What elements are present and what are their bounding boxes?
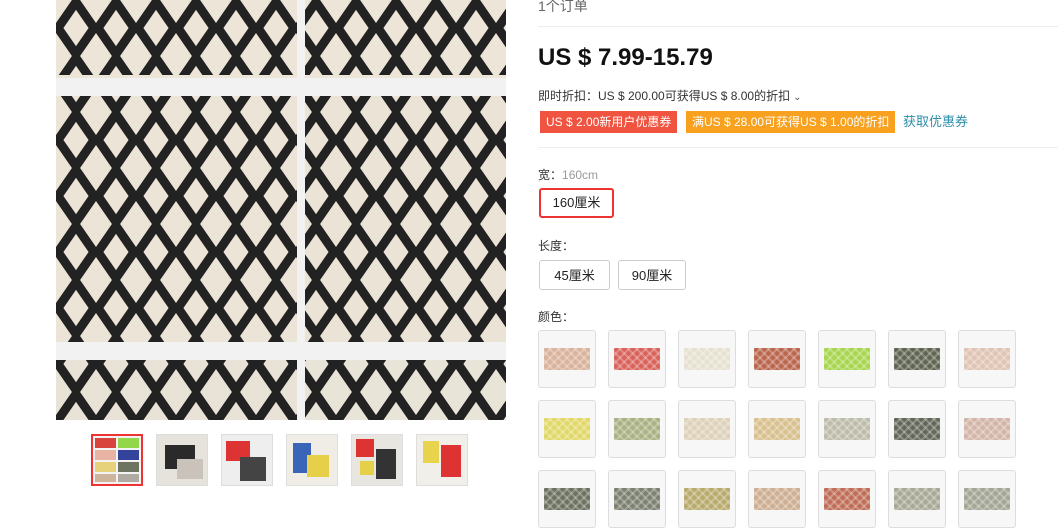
color-swatch-fabric xyxy=(544,488,590,510)
color-swatch-1[interactable] xyxy=(538,330,596,388)
color-swatch-fabric xyxy=(824,348,870,370)
thumbnail-2-image xyxy=(157,435,207,485)
color-swatch-fabric xyxy=(684,488,730,510)
length-label: 长度： xyxy=(538,239,575,253)
width-label: 宽：160cm xyxy=(538,166,598,183)
color-swatch-fabric xyxy=(754,348,800,370)
thumbnail-3[interactable] xyxy=(221,434,273,486)
color-swatch-11[interactable] xyxy=(748,400,806,458)
fabric-mesh-image xyxy=(56,0,506,420)
color-swatch-8[interactable] xyxy=(538,400,596,458)
color-swatch-12[interactable] xyxy=(818,400,876,458)
color-swatch-14[interactable] xyxy=(958,400,1016,458)
divider xyxy=(538,26,1058,27)
thumbnail-1[interactable] xyxy=(91,434,143,486)
length-option-90[interactable]: 90厘米 xyxy=(618,260,686,290)
order-count: 1个订单 xyxy=(538,0,588,14)
color-swatch-fabric xyxy=(544,418,590,440)
thumbnail-1-image xyxy=(95,438,139,482)
width-option-160[interactable]: 160厘米 xyxy=(539,188,614,218)
color-swatch-6[interactable] xyxy=(888,330,946,388)
chevron-down-icon: ⌄ xyxy=(793,92,802,103)
width-selected-value: 160cm xyxy=(562,168,599,182)
main-product-image[interactable] xyxy=(56,0,506,420)
color-swatch-fabric xyxy=(614,488,660,510)
color-swatch-fabric xyxy=(754,488,800,510)
color-swatch-fabric xyxy=(894,418,940,440)
product-gallery xyxy=(0,0,530,531)
get-coupon-link[interactable]: 获取优惠券 xyxy=(903,111,968,133)
color-swatch-fabric xyxy=(894,488,940,510)
price: US $ 7.99-15.79 xyxy=(538,44,713,71)
color-swatch-fabric xyxy=(684,418,730,440)
color-swatch-fabric xyxy=(824,488,870,510)
color-swatch-21[interactable] xyxy=(958,470,1016,528)
thumbnail-5-image xyxy=(352,435,402,485)
color-swatch-15[interactable] xyxy=(538,470,596,528)
instant-discount[interactable]: 即时折扣：US $ 200.00可获得US $ 8.00的折扣 ⌄ xyxy=(538,87,801,104)
color-swatch-fabric xyxy=(754,418,800,440)
color-swatch-fabric xyxy=(824,418,870,440)
color-swatch-18[interactable] xyxy=(748,470,806,528)
color-swatch-17[interactable] xyxy=(678,470,736,528)
color-swatch-5[interactable] xyxy=(818,330,876,388)
color-swatch-2[interactable] xyxy=(608,330,666,388)
color-swatch-13[interactable] xyxy=(888,400,946,458)
color-label: 颜色： xyxy=(538,310,575,324)
color-swatch-fabric xyxy=(614,348,660,370)
divider xyxy=(538,147,1058,148)
thumbnail-2[interactable] xyxy=(156,434,208,486)
color-swatch-fabric xyxy=(964,348,1010,370)
color-swatch-fabric xyxy=(544,348,590,370)
color-swatch-3[interactable] xyxy=(678,330,736,388)
product-info-panel: 1个订单 US $ 7.99-15.79 即时折扣：US $ 200.00可获得… xyxy=(538,0,1058,531)
color-swatch-fabric xyxy=(894,348,940,370)
thumbnail-4[interactable] xyxy=(286,434,338,486)
thumbnail-6-image xyxy=(417,435,467,485)
color-swatch-10[interactable] xyxy=(678,400,736,458)
color-swatch-4[interactable] xyxy=(748,330,806,388)
color-swatch-grid xyxy=(538,330,1028,531)
thumbnail-4-image xyxy=(287,435,337,485)
length-option-45[interactable]: 45厘米 xyxy=(539,260,610,290)
thumbnail-3-image xyxy=(222,435,272,485)
color-swatch-9[interactable] xyxy=(608,400,666,458)
threshold-coupon[interactable]: 满US $ 28.00可获得US $ 1.00的折扣 xyxy=(686,111,896,133)
color-swatch-fabric xyxy=(614,418,660,440)
color-swatch-20[interactable] xyxy=(888,470,946,528)
width-label-text: 宽： xyxy=(538,168,563,182)
color-swatch-7[interactable] xyxy=(958,330,1016,388)
color-swatch-fabric xyxy=(684,348,730,370)
instant-discount-text: 即时折扣：US $ 200.00可获得US $ 8.00的折扣 xyxy=(538,89,791,103)
color-swatch-16[interactable] xyxy=(608,470,666,528)
color-swatch-19[interactable] xyxy=(818,470,876,528)
color-swatch-fabric xyxy=(964,488,1010,510)
color-swatch-fabric xyxy=(964,418,1010,440)
thumbnail-5[interactable] xyxy=(351,434,403,486)
new-user-coupon[interactable]: US $ 2.00新用户优惠券 xyxy=(540,111,678,133)
thumbnail-6[interactable] xyxy=(416,434,468,486)
